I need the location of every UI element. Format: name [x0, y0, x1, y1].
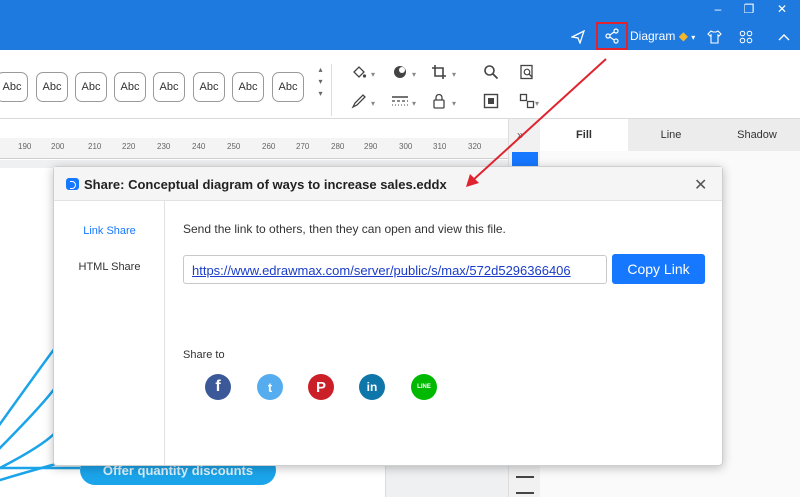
crop-icon[interactable]: [428, 62, 450, 82]
dialog-title: Share: Conceptual diagram of ways to inc…: [84, 177, 447, 192]
ruler-label: 190: [18, 142, 32, 151]
ruler-label: 230: [157, 142, 171, 151]
tab-line[interactable]: Line: [628, 119, 714, 151]
ruler-label: 310: [433, 142, 447, 151]
share-description: Send the link to others, then they can o…: [183, 222, 506, 236]
facebook-icon[interactable]: f: [205, 374, 231, 400]
style-sample-6[interactable]: Abc: [193, 72, 225, 102]
premium-diamond-icon: ◆: [678, 29, 688, 43]
ruler-label: 290: [364, 142, 378, 151]
share-nav: Link Share HTML Share: [54, 201, 165, 465]
line-style-icon[interactable]: [389, 91, 411, 111]
ribbon-toolbar: Abc Abc Abc Abc Abc Abc Abc Abc ▴ ▾ ▾ ▾ ▾ …: [0, 50, 800, 119]
fill-icon[interactable]: [348, 62, 370, 82]
diagram-menu[interactable]: Diagram ◆ ▾: [630, 29, 695, 43]
horizontal-ruler: 190 200 210 220 230 240 250 260 270 280 …: [0, 138, 508, 159]
lock-icon[interactable]: [428, 91, 450, 111]
share-link-field[interactable]: https://www.edrawmax.com/server/public/s…: [183, 255, 607, 284]
style-sample-4[interactable]: Abc: [114, 72, 146, 102]
find-replace-icon[interactable]: [516, 62, 538, 82]
minimize-button[interactable]: –: [710, 2, 726, 16]
dialog-header: Share: Conceptual diagram of ways to inc…: [54, 167, 722, 201]
search-icon[interactable]: [480, 62, 502, 82]
share-dialog: Share: Conceptual diagram of ways to inc…: [53, 166, 723, 466]
format-panel-tabs: Fill Line Shadow: [540, 119, 800, 151]
ruler-label: 270: [296, 142, 310, 151]
theme-shirt-icon[interactable]: [704, 27, 724, 47]
ruler-label: 280: [331, 142, 345, 151]
ruler-label: 260: [262, 142, 276, 151]
style-sample-7[interactable]: Abc: [232, 72, 264, 102]
ruler-label: 200: [51, 142, 65, 151]
fit-icon[interactable]: [480, 91, 502, 111]
style-sample-1[interactable]: Abc: [0, 72, 28, 102]
share-button[interactable]: [596, 22, 628, 50]
twitter-icon[interactable]: t: [257, 374, 283, 400]
line-icon[interactable]: LINE: [411, 374, 437, 400]
share-icon: [605, 28, 619, 44]
ruler-label: 220: [122, 142, 136, 151]
ruler-label: 240: [192, 142, 206, 151]
style-gallery-scroll[interactable]: ▴ ▾ ▾: [310, 64, 332, 116]
apps-grid-icon[interactable]: [736, 27, 756, 47]
pinterest-icon[interactable]: P: [308, 374, 334, 400]
collapse-ribbon-icon[interactable]: [774, 27, 794, 47]
expand-panel-icon[interactable]: »: [517, 128, 524, 142]
chevron-down-icon: ▾: [691, 33, 696, 42]
style-sample-2[interactable]: Abc: [36, 72, 68, 102]
pen-icon[interactable]: [348, 91, 370, 111]
close-window-button[interactable]: ✕: [774, 2, 790, 16]
style-sample-5[interactable]: Abc: [153, 72, 185, 102]
restore-button[interactable]: ❐: [741, 2, 757, 16]
ruler-label: 300: [399, 142, 413, 151]
ruler-label: 210: [88, 142, 102, 151]
nav-link-share[interactable]: Link Share: [54, 225, 165, 237]
tab-fill[interactable]: Fill: [540, 119, 628, 151]
share-link[interactable]: https://www.edrawmax.com/server/public/s…: [192, 263, 571, 278]
close-icon[interactable]: ✕: [694, 175, 707, 195]
title-bar: – ❐ ✕ Diagram ◆ ▾: [0, 0, 800, 50]
send-icon[interactable]: [568, 27, 588, 47]
edraw-logo-icon: [66, 178, 79, 190]
nav-html-share[interactable]: HTML Share: [54, 261, 165, 273]
tab-shadow[interactable]: Shadow: [714, 119, 800, 151]
copy-link-button[interactable]: Copy Link: [612, 254, 705, 284]
format-tool-icon[interactable]: [516, 476, 534, 494]
style-sample-8[interactable]: Abc: [272, 72, 304, 102]
ruler-label: 250: [227, 142, 241, 151]
shape-icon[interactable]: [389, 62, 411, 82]
ruler-label: 320: [468, 142, 482, 151]
share-to-label: Share to: [183, 349, 225, 361]
diagram-label: Diagram: [630, 29, 676, 43]
style-sample-3[interactable]: Abc: [75, 72, 107, 102]
linkedin-icon[interactable]: in: [359, 374, 385, 400]
